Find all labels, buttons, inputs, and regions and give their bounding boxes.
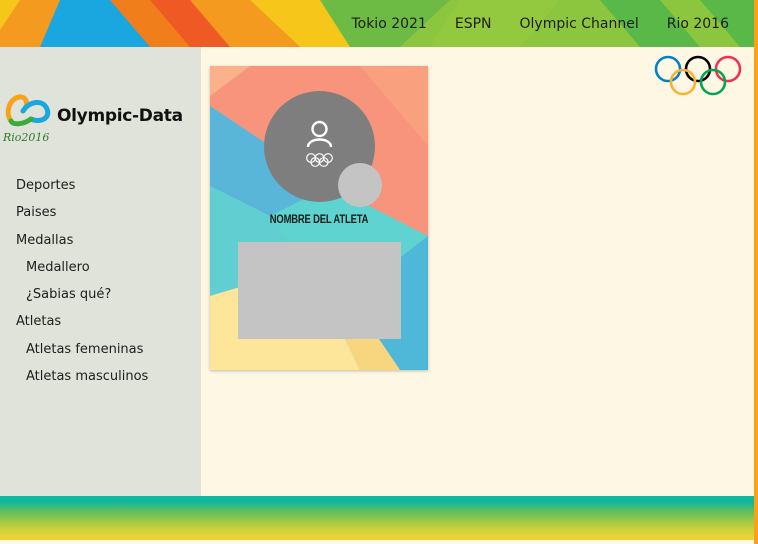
rio2016-logo-icon	[5, 94, 51, 127]
nav-link-olympic-channel[interactable]: Olympic Channel	[520, 16, 639, 32]
brand-title: Olympic-Data	[57, 106, 183, 126]
athlete-card[interactable]: NOMBRE DEL ATLETA	[210, 66, 428, 370]
olympic-rings-small-icon	[306, 153, 333, 167]
avatar-badge	[338, 163, 382, 207]
nav-link-tokio-2021[interactable]: Tokio 2021	[351, 16, 426, 32]
olympic-rings-icon	[654, 55, 742, 96]
top-nav: Tokio 2021 ESPN Olympic Channel Rio 2016	[351, 0, 754, 47]
page-frame: Tokio 2021 ESPN Olympic Channel Rio 2016…	[0, 0, 754, 544]
sidebar-menu: Deportes Paises Medallas Medallero ¿Sabi…	[0, 172, 148, 390]
sidebar-item-medallero[interactable]: Medallero	[0, 254, 148, 281]
athlete-photo-placeholder	[238, 242, 401, 339]
top-header: Tokio 2021 ESPN Olympic Channel Rio 2016	[0, 0, 754, 47]
sidebar: Olympic-Data Rio2016 Deportes Paises Med…	[0, 47, 201, 496]
sidebar-item-deportes[interactable]: Deportes	[0, 172, 148, 199]
nav-link-rio-2016[interactable]: Rio 2016	[667, 16, 729, 32]
sidebar-item-atletas[interactable]: Atletas	[0, 308, 148, 335]
sidebar-item-atletas-masculinos[interactable]: Atletas masculinos	[0, 363, 148, 390]
footer-bar	[0, 496, 754, 540]
nav-link-espn[interactable]: ESPN	[455, 16, 492, 32]
sidebar-item-medallas[interactable]: Medallas	[0, 227, 148, 254]
sidebar-item-sabias-que[interactable]: ¿Sabias qué?	[0, 281, 148, 308]
sidebar-item-atletas-femeninas[interactable]: Atletas femeninas	[0, 336, 148, 363]
sidebar-item-paises[interactable]: Paises	[0, 199, 148, 226]
athlete-name: NOMBRE DEL ATLETA	[269, 214, 369, 226]
brand-subtitle: Rio2016	[3, 131, 50, 144]
